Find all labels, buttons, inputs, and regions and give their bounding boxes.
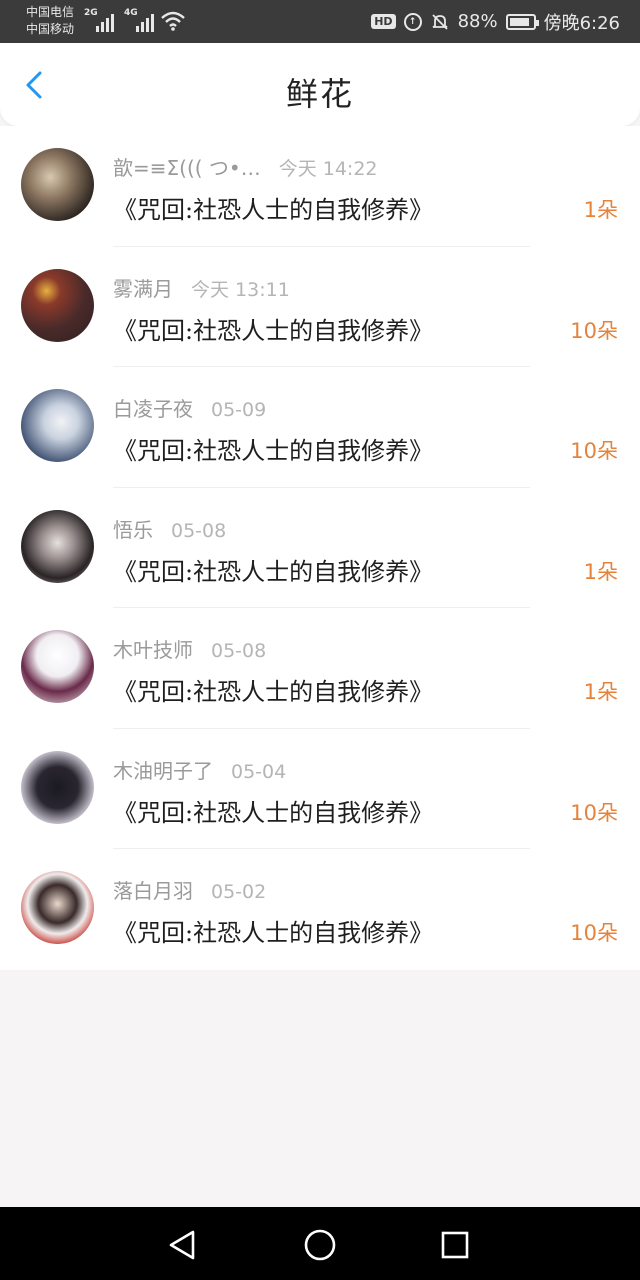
status-right: HD ↑ 88% 傍晚6:26 — [371, 0, 620, 43]
list-item[interactable]: 木油明子了 05-04 《咒回:社恐人士的自我修养》 10朵 — [0, 729, 640, 849]
user-name: 悟乐 — [113, 517, 153, 542]
triangle-back-icon — [169, 1230, 195, 1260]
timestamp: 05-08 — [171, 519, 227, 542]
list-item[interactable]: 落白月羽 05-02 《咒回:社恐人士的自我修养》 10朵 — [0, 849, 640, 970]
flower-gift-list: 歆=≡Σ((( つ•… 今天 14:22 《咒回:社恐人士的自我修养》 1朵 雾满… — [0, 126, 640, 970]
mute-bell-icon — [431, 13, 448, 30]
nav-recents-button[interactable] — [435, 1225, 475, 1265]
page-title: 鲜花 — [285, 75, 354, 113]
timestamp: 05-02 — [211, 881, 267, 903]
network-type-2: 4G — [124, 8, 138, 18]
carrier-1: 中国电信 — [26, 5, 75, 19]
clock: 傍晚6:26 — [543, 12, 620, 34]
square-recents-icon — [441, 1231, 469, 1259]
avatar[interactable] — [21, 268, 94, 342]
flower-count: 1朵 — [583, 198, 618, 222]
avatar[interactable] — [21, 871, 94, 944]
flower-count: 10朵 — [570, 318, 618, 343]
avatar[interactable] — [21, 148, 94, 221]
carrier-2: 中国移动 — [26, 22, 75, 36]
circle-home-icon — [304, 1229, 336, 1261]
book-title: 《咒回:社恐人士的自我修养》 — [113, 798, 434, 827]
user-name: 雾满月 — [113, 276, 173, 301]
book-title: 《咒回:社恐人士的自我修养》 — [113, 316, 434, 345]
avatar[interactable] — [21, 630, 94, 703]
book-title: 《咒回:社恐人士的自我修养》 — [113, 557, 434, 586]
status-bar: 中国电信 中国移动 2G 4G HD ↑ 88% 傍晚6:26 — [0, 0, 640, 43]
battery-percent: 88% — [457, 11, 498, 32]
flower-count: 1朵 — [583, 559, 618, 584]
signal-icon-1: 2G — [84, 8, 114, 32]
user-name: 木叶技师 — [113, 638, 193, 662]
battery-icon — [505, 13, 539, 30]
book-title: 《咒回:社恐人士的自我修养》 — [113, 919, 434, 947]
top-app-bar: 鲜花 — [0, 43, 640, 126]
user-name: 落白月羽 — [113, 879, 193, 903]
flower-count: 10朵 — [570, 800, 618, 825]
timestamp: 05-08 — [211, 640, 267, 662]
list-item[interactable]: 木叶技师 05-08 《咒回:社恐人士的自我修养》 1朵 — [0, 608, 640, 729]
list-item[interactable]: 雾满月 今天 13:11 《咒回:社恐人士的自我修养》 10朵 — [0, 247, 640, 367]
book-title: 《咒回:社恐人士的自我修养》 — [113, 678, 434, 706]
flowers-page: 中国电信 中国移动 2G 4G HD ↑ 88% 傍晚6:26 鲜花 歆=≡Σ(… — [0, 0, 640, 1280]
wifi-icon — [161, 11, 185, 31]
book-title: 《咒回:社恐人士的自我修养》 — [113, 196, 434, 224]
avatar[interactable] — [21, 509, 94, 583]
timestamp: 今天 13:11 — [191, 278, 290, 301]
list-item[interactable]: 歆=≡Σ((( つ•… 今天 14:22 《咒回:社恐人士的自我修养》 1朵 — [0, 126, 640, 247]
user-name: 白凌子夜 — [113, 397, 193, 421]
nav-home-button[interactable] — [300, 1225, 340, 1265]
avatar[interactable] — [21, 389, 94, 462]
avatar[interactable] — [21, 750, 94, 824]
hd-icon: HD — [371, 14, 396, 29]
list-item[interactable]: 悟乐 05-08 《咒回:社恐人士的自我修养》 1朵 — [0, 488, 640, 608]
book-title: 《咒回:社恐人士的自我修养》 — [113, 437, 434, 465]
flower-count: 10朵 — [570, 439, 618, 463]
user-name: 木油明子了 — [113, 758, 213, 783]
system-nav-bar — [0, 1207, 640, 1280]
flower-count: 10朵 — [570, 921, 618, 945]
list-item[interactable]: 白凌子夜 05-09 《咒回:社恐人士的自我修养》 10朵 — [0, 367, 640, 488]
timestamp: 05-04 — [231, 760, 287, 783]
network-type-1: 2G — [84, 8, 98, 18]
carrier-names: 中国电信 中国移动 — [26, 4, 74, 38]
timestamp: 今天 14:22 — [278, 158, 378, 180]
flower-count: 1朵 — [583, 680, 618, 704]
nav-back-button[interactable] — [163, 1225, 203, 1265]
data-saver-icon: ↑ — [403, 12, 422, 31]
signal-icon-2: 4G — [124, 8, 154, 32]
timestamp: 05-09 — [211, 399, 267, 421]
user-name: 歆=≡Σ((( つ•… — [113, 156, 261, 180]
